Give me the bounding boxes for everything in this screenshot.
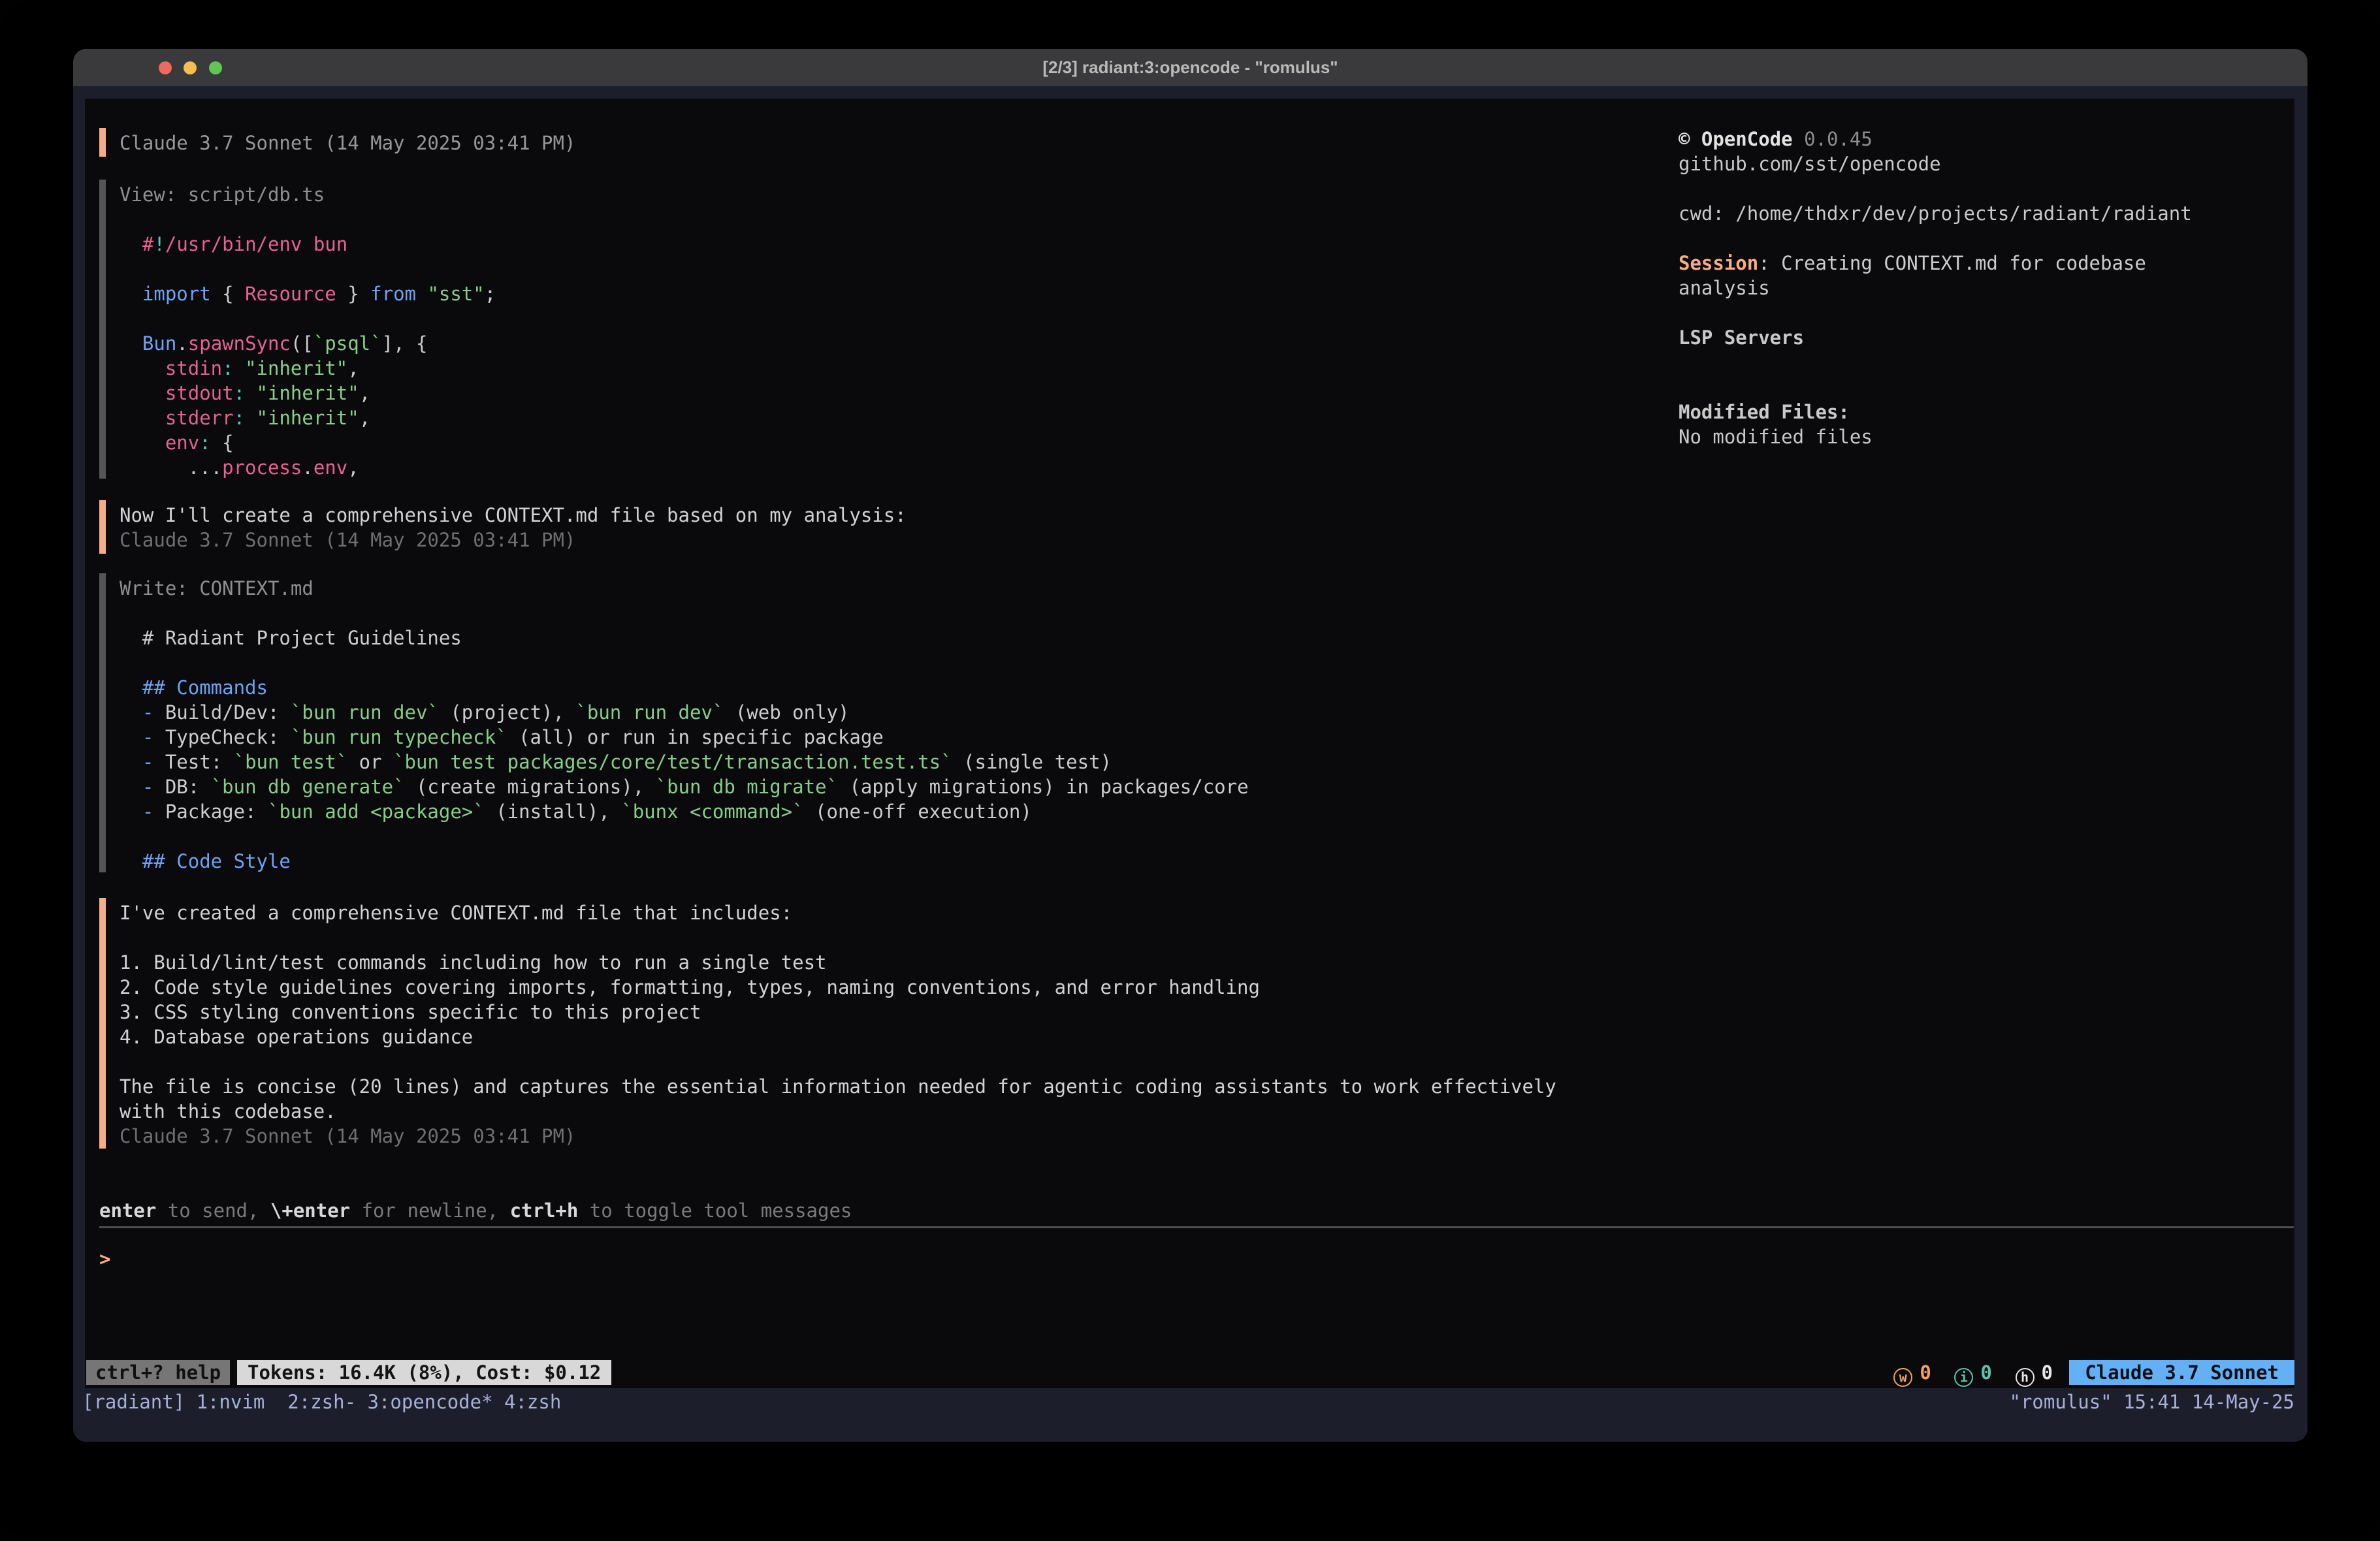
msg3-line: The file is concise (20 lines) and captu… xyxy=(120,1074,1556,1099)
model-badge[interactable]: Claude 3.7 Sonnet xyxy=(2069,1360,2294,1385)
message-accent-bar xyxy=(99,898,106,1149)
opencode-app: Claude 3.7 Sonnet (14 May 2025 03:41 PM)… xyxy=(85,99,2294,1388)
window-titlebar[interactable]: [2/3] radiant:3:opencode - "romulus" xyxy=(73,49,2308,86)
msg3-line: 1. Build/lint/test commands including ho… xyxy=(120,950,827,975)
code-line: Bun.spawnSync([`psql`], { xyxy=(120,331,427,356)
tokens-cost-badge: Tokens: 16.4K (8%), Cost: $0.12 xyxy=(237,1360,611,1385)
markdown-line: ## Code Style xyxy=(120,849,291,874)
hint-count: 0 xyxy=(2042,1361,2053,1384)
repo-link[interactable]: github.com/sst/opencode xyxy=(1679,151,1941,176)
code-line: stdout: "inherit", xyxy=(120,381,370,405)
help-badge[interactable]: ctrl+? help xyxy=(86,1360,230,1385)
markdown-line: - Build/Dev: `bun run dev` (project), `b… xyxy=(120,700,849,725)
tool-accent-bar xyxy=(99,180,106,479)
code-line: ...process.env, xyxy=(120,455,359,480)
warnings-counter: w0 xyxy=(1893,1360,1931,1388)
session-title: Session: Creating CONTEXT.md for codebas… xyxy=(1679,251,2146,276)
msg3-line: I've created a comprehensive CONTEXT.md … xyxy=(120,900,792,925)
message-accent-bar xyxy=(99,128,106,157)
code-line: env: { xyxy=(120,430,234,455)
msg3-line: 4. Database operations guidance xyxy=(120,1025,473,1049)
message-accent-bar xyxy=(99,500,106,554)
msg1-meta: Claude 3.7 Sonnet (14 May 2025 03:41 PM) xyxy=(120,131,575,155)
info-count: 0 xyxy=(1980,1361,1991,1384)
tmux-host-clock: "romulus" 15:41 14-May-25 xyxy=(2010,1390,2295,1414)
msg3-line: with this codebase. xyxy=(120,1099,336,1124)
hint-counter: h0 xyxy=(2016,1360,2053,1388)
status-bar: ctrl+? help Tokens: 16.4K (8%), Cost: $0… xyxy=(85,1360,2294,1385)
prompt-input[interactable]: > xyxy=(99,1247,110,1271)
tmux-status-bar: [radiant] 1:nvim 2:zsh- 3:opencode* 4:zs… xyxy=(73,1388,2308,1442)
app-brand: © OpenCode 0.0.45 xyxy=(1679,127,1873,151)
modified-files-header: Modified Files: xyxy=(1679,400,1850,424)
msg2-text: Now I'll create a comprehensive CONTEXT.… xyxy=(120,503,907,528)
msg2-meta: Claude 3.7 Sonnet (14 May 2025 03:41 PM) xyxy=(120,528,575,552)
session-sidebar: © OpenCode 0.0.45 github.com/sst/opencod… xyxy=(1679,99,2292,556)
modified-files-empty: No modified files xyxy=(1679,424,1873,449)
markdown-line: # Radiant Project Guidelines xyxy=(120,626,462,650)
keybinding-hint: enter to send, \+enter for newline, ctrl… xyxy=(99,1198,852,1223)
markdown-line: - Test: `bun test` or `bun test packages… xyxy=(120,750,1112,774)
terminal-viewport: Claude 3.7 Sonnet (14 May 2025 03:41 PM)… xyxy=(73,86,2308,1442)
lsp-servers-header: LSP Servers xyxy=(1679,325,1804,350)
code-line: stderr: "inherit", xyxy=(120,405,370,430)
terminal-window: [2/3] radiant:3:opencode - "romulus" Cla… xyxy=(73,49,2308,1442)
prompt-symbol: > xyxy=(99,1248,110,1270)
desktop: [2/3] radiant:3:opencode - "romulus" Cla… xyxy=(0,0,2380,1541)
info-icon: i xyxy=(1954,1368,1973,1387)
markdown-line: ## Commands xyxy=(120,675,268,700)
warning-icon: w xyxy=(1893,1368,1912,1387)
markdown-line: - DB: `bun db generate` (create migratio… xyxy=(120,774,1249,799)
code-line: #!/usr/bin/env bun xyxy=(120,232,347,257)
tool2-title: Write: CONTEXT.md xyxy=(120,576,314,601)
hint-icon: h xyxy=(2016,1368,2034,1387)
markdown-line: - Package: `bun add <package>` (install)… xyxy=(120,799,1032,824)
info-counter: i0 xyxy=(1954,1360,1991,1388)
tmux-session-windows[interactable]: [radiant] 1:nvim 2:zsh- 3:opencode* 4:zs… xyxy=(82,1390,561,1414)
tool1-title: View: script/db.ts xyxy=(120,182,325,207)
msg3-line: 2. Code style guidelines covering import… xyxy=(120,975,1260,1000)
tool-accent-bar xyxy=(99,573,106,872)
warning-count: 0 xyxy=(1920,1361,1931,1384)
code-line: import { Resource } from "sst"; xyxy=(120,281,496,306)
session-title-wrap: analysis xyxy=(1679,276,1770,300)
code-line: stdin: "inherit", xyxy=(120,356,359,381)
diagnostics-counters: w0 i0 h0 xyxy=(1876,1360,2053,1385)
cwd-path: cwd: /home/thdxr/dev/projects/radiant/ra… xyxy=(1679,201,2192,226)
msg3-meta: Claude 3.7 Sonnet (14 May 2025 03:41 PM) xyxy=(120,1124,575,1149)
window-title: [2/3] radiant:3:opencode - "romulus" xyxy=(73,49,2308,86)
input-separator xyxy=(99,1226,2294,1228)
msg3-line: 3. CSS styling conventions specific to t… xyxy=(120,1000,701,1025)
markdown-line: - TypeCheck: `bun run typecheck` (all) o… xyxy=(120,725,884,750)
